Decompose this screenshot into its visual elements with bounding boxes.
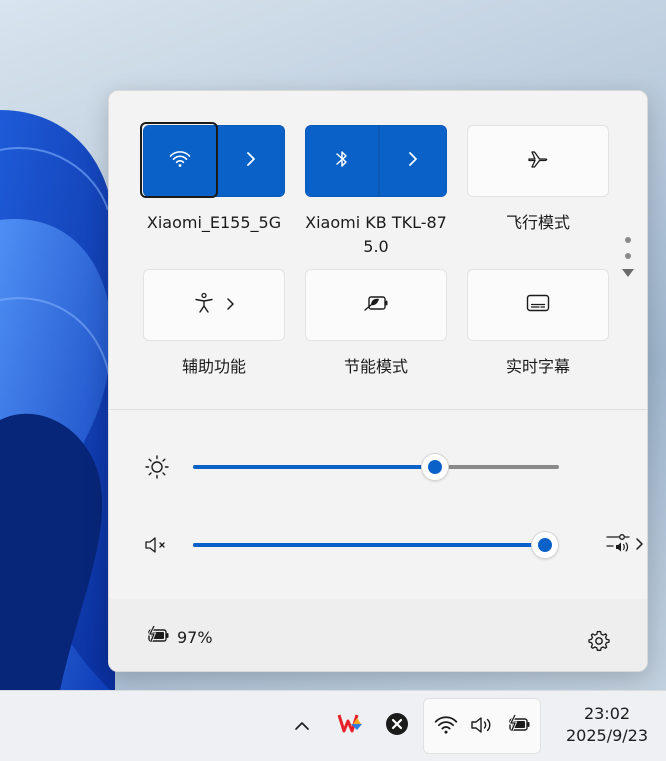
bluetooth-label-line1: Xiaomi KB TKL-87 [305, 213, 447, 232]
wifi-icon [434, 715, 458, 735]
volume-slider-fill [193, 543, 545, 547]
airplane-icon [527, 149, 549, 173]
tiles-divider [109, 409, 647, 410]
live-captions-label: 实时字幕 [505, 357, 570, 376]
brightness-slider-thumb[interactable] [422, 454, 448, 480]
accessibility-button[interactable] [143, 269, 285, 341]
wifi-expand-button[interactable] [217, 125, 285, 197]
quick-settings-tray-button[interactable] [423, 698, 541, 754]
volume-row [143, 531, 643, 559]
page-indicator [621, 237, 635, 277]
speaker-icon [470, 714, 496, 736]
brightness-slider-fill [193, 465, 435, 469]
wifi-tile [140, 122, 285, 198]
wps-icon [337, 712, 363, 738]
battery-charging-icon [145, 625, 171, 649]
brightness-slider[interactable] [193, 454, 559, 480]
battery-percent: 97% [177, 627, 213, 647]
bluetooth-label: Xiaomi KB TKL-87 5.0 [305, 211, 447, 259]
bluetooth-label-line2: 5.0 [363, 237, 389, 256]
tile-group-bluetooth: Xiaomi KB TKL-87 5.0 [305, 125, 447, 259]
page-dot[interactable] [625, 237, 631, 243]
bluetooth-tile [305, 125, 447, 197]
page-dot[interactable] [625, 253, 631, 259]
airplane-mode-button[interactable] [467, 125, 609, 197]
accessibility-icon [194, 292, 214, 318]
page-down-icon[interactable] [622, 269, 634, 277]
chevron-up-icon [294, 716, 310, 735]
taskbar: 23:02 2025/9/23 [0, 690, 666, 761]
wps-tray-button[interactable] [336, 712, 364, 738]
bluetooth-icon [335, 149, 349, 173]
brightness-row [143, 453, 613, 481]
accessibility-label: 辅助功能 [181, 357, 246, 376]
volume-slider[interactable] [193, 532, 558, 558]
quick-settings-panel: Xiaomi_E155_5G Xiaomi KB TKL-87 5.0 飞行模式… [108, 90, 648, 672]
sound-output-button[interactable] [605, 531, 647, 559]
battery-charging-icon [506, 713, 532, 735]
sound-output-icon [605, 531, 631, 559]
tile-group-live-captions: 实时字幕 [467, 269, 609, 379]
volume-mute-icon[interactable] [143, 531, 171, 559]
battery-status-button[interactable]: 97% [145, 625, 213, 649]
chevron-right-icon [226, 296, 235, 315]
wifi-label: Xiaomi_E155_5G [146, 213, 282, 232]
energy-saver-icon [363, 294, 389, 316]
show-hidden-icons-button[interactable] [290, 713, 314, 737]
quick-settings-footer: 97% [109, 599, 647, 671]
chevron-right-icon [246, 151, 256, 171]
tray-app-button[interactable] [384, 713, 410, 739]
chevron-right-icon [635, 536, 644, 555]
close-circle-icon [385, 712, 409, 740]
airplane-label: 飞行模式 [505, 213, 570, 232]
live-captions-icon [526, 294, 550, 316]
clock-date: 2025/9/23 [565, 726, 649, 745]
gear-icon [587, 630, 611, 657]
live-captions-button[interactable] [467, 269, 609, 341]
bluetooth-expand-button[interactable] [379, 125, 447, 197]
chevron-right-icon [408, 151, 418, 171]
bluetooth-toggle-button[interactable] [305, 125, 379, 197]
clock-button[interactable]: 23:02 2025/9/23 [548, 703, 666, 747]
tile-group-wifi: Xiaomi_E155_5G [140, 122, 285, 235]
tile-group-airplane: 飞行模式 [467, 125, 609, 235]
brightness-icon [143, 453, 171, 481]
energy-saver-label: 节能模式 [343, 357, 408, 376]
volume-slider-thumb[interactable] [532, 532, 558, 558]
tile-group-energy-saver: 节能模式 [305, 269, 447, 379]
wifi-toggle-button[interactable] [140, 122, 218, 198]
clock-time: 23:02 [583, 704, 631, 723]
energy-saver-button[interactable] [305, 269, 447, 341]
focus-ring [140, 122, 218, 198]
quick-settings-tiles: Xiaomi_E155_5G Xiaomi KB TKL-87 5.0 飞行模式… [109, 91, 647, 409]
tile-group-accessibility: 辅助功能 [143, 269, 285, 379]
settings-button[interactable] [587, 629, 611, 657]
